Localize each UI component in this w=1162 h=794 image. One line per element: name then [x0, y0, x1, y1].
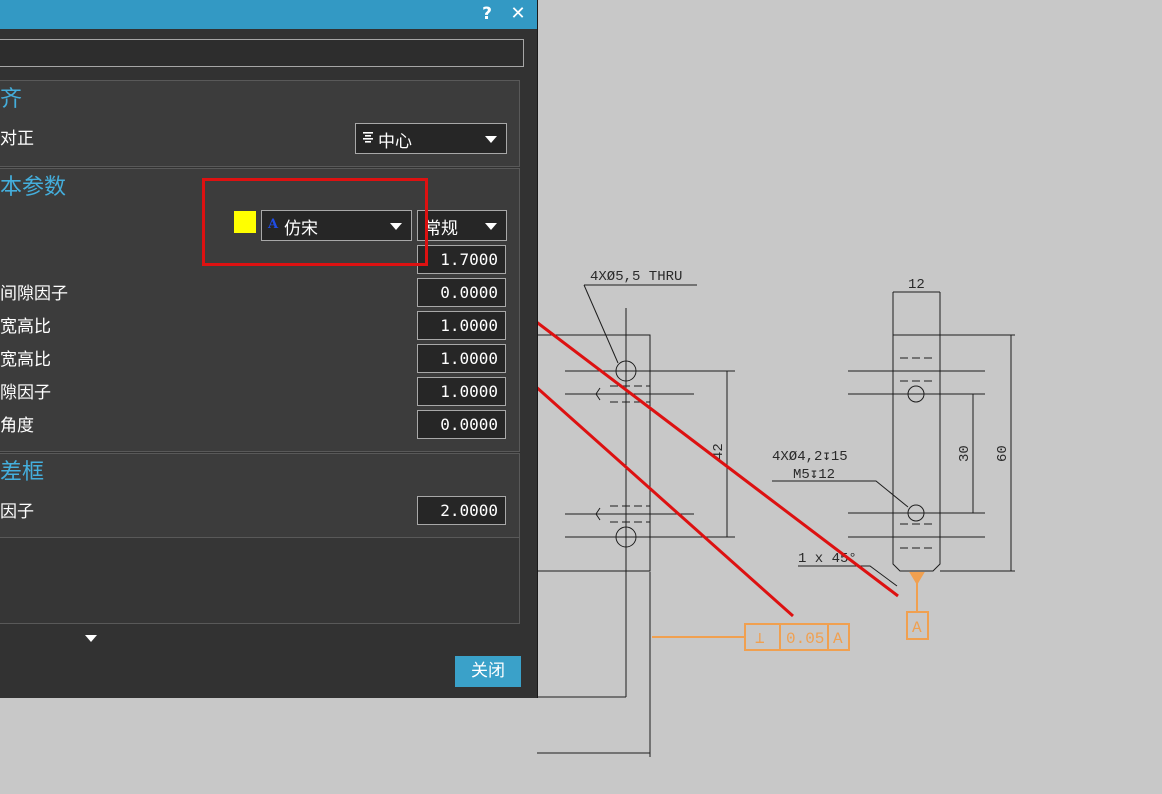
thru-callout: 4XØ5,5 THRU — [590, 269, 682, 285]
section-title-frame[interactable]: 差框 — [0, 460, 44, 486]
leader-line — [772, 480, 909, 508]
param-input[interactable]: 0.0000 — [417, 410, 506, 439]
param-input[interactable]: 1.0000 — [417, 311, 506, 340]
align-center-icon — [363, 132, 373, 143]
param-label: 宽高比 — [0, 317, 51, 337]
help-button[interactable]: ? — [476, 2, 498, 26]
font-style-value: 常规 — [424, 219, 458, 239]
section-title-text-params[interactable]: 本参数 — [0, 175, 66, 201]
red-highlight-box — [202, 178, 428, 266]
dim-60-text: 60 — [995, 445, 1011, 462]
param-label: 角度 — [0, 416, 34, 436]
justify-label: 对正 — [0, 129, 34, 149]
close-button[interactable]: 关闭 — [455, 656, 521, 687]
top-text-field[interactable] — [0, 39, 524, 67]
align-panel: 齐 对正 中心 — [0, 80, 520, 167]
empty-panel — [0, 538, 520, 624]
frame-factor-input[interactable]: 2.0000 — [417, 496, 506, 525]
tolerance-datum-ref: A — [833, 630, 843, 648]
chevron-down-icon — [485, 136, 497, 143]
dialog-title-bar[interactable]: ? ✕ — [0, 0, 537, 29]
hole-callout-2: M5↧12 — [793, 467, 835, 483]
param-input[interactable]: 0.0000 — [417, 278, 506, 307]
param-input[interactable]: 1.0000 — [417, 344, 506, 373]
frame-factor-label: 因子 — [0, 502, 34, 522]
font-style-dropdown[interactable]: 常规 — [417, 210, 507, 241]
justify-dropdown[interactable]: 中心 — [355, 123, 507, 154]
datum-triangle — [909, 572, 925, 585]
datum-label: A — [912, 619, 922, 637]
chevron-down-icon — [485, 223, 497, 230]
right-view-outline — [892, 334, 941, 572]
text-settings-dialog: ? ✕ 齐 对正 中心 本参数 A 仿宋 常规 1.7000 间隙因子 0.00… — [0, 0, 538, 698]
drawing-geometry — [536, 284, 1015, 757]
hole-callout-1: 4XØ4,2↧15 — [772, 449, 848, 465]
tolerance-symbol: ⊥ — [755, 630, 765, 648]
dim-30-text: 30 — [957, 445, 973, 462]
section-title-align[interactable]: 齐 — [0, 87, 22, 113]
close-icon[interactable]: ✕ — [506, 2, 530, 26]
param-label: 隙因子 — [0, 383, 51, 403]
expand-more-icon[interactable] — [85, 635, 97, 642]
leader-line — [583, 284, 619, 364]
tolerance-value: 0.05 — [786, 630, 824, 648]
dim-12-text: 12 — [908, 277, 925, 293]
param-label: 宽高比 — [0, 350, 51, 370]
param-input[interactable]: 1.0000 — [417, 377, 506, 406]
left-view-outline — [536, 334, 651, 572]
text-height-input[interactable]: 1.7000 — [417, 245, 506, 274]
justify-value: 中心 — [378, 132, 412, 152]
param-label: 间隙因子 — [0, 284, 68, 304]
